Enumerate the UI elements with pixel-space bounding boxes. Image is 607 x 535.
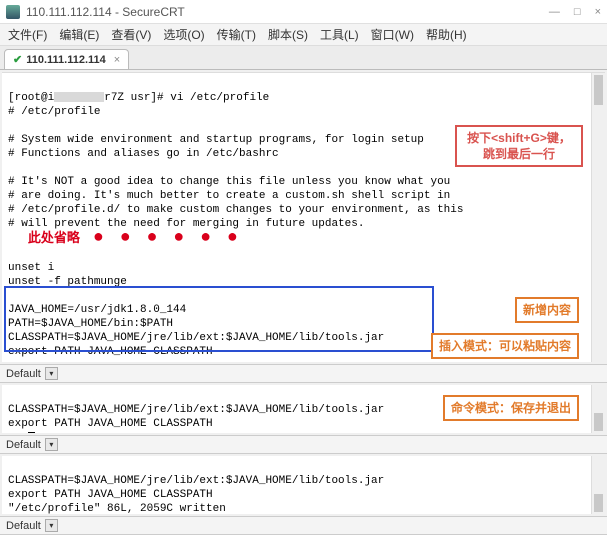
scrollbar-thumb-main[interactable] [594,75,603,105]
omit-label: 此处省略 [28,230,80,245]
selector-label-2: Default [6,439,41,451]
tab-label: 110.111.112.114 [26,54,106,66]
annot-new-block-box [4,286,434,352]
close-button[interactable]: × [595,6,601,18]
t3-l2: export PATH JAVA_HOME CLASSPATH [8,489,213,501]
scrollbar-thumb-2[interactable] [594,413,603,431]
session-tab[interactable]: ✔ 110.111.112.114 × [4,49,129,69]
selector-dropdown-2[interactable]: ▾ [45,438,58,451]
tabbar: ✔ 110.111.112.114 × [0,46,607,70]
tab-active-icon: ✔ [13,53,22,66]
annot-shiftg: 按下<shift+G>键，跳到最后一行 [455,125,583,167]
menubar: 文件(F) 编辑(E) 查看(V) 选项(O) 传输(T) 脚本(S) 工具(L… [0,24,607,46]
menu-tools[interactable]: 工具(L) [320,26,359,43]
selector-label-1: Default [6,368,41,380]
omit-dots: ●●●●●● [93,228,254,248]
t1-line4: # System wide environment and startup pr… [8,134,424,146]
menu-script[interactable]: 脚本(S) [268,26,308,43]
selector-bar-1: Default ▾ [0,364,607,383]
terminal-main[interactable]: [root@i r7Z usr]# vi /etc/profile # /etc/… [2,72,605,362]
selector-label-3: Default [6,520,41,532]
annot-cmdmode: 命令模式：保存并退出 [443,395,579,421]
terminal-second[interactable]: CLASSPATH=$JAVA_HOME/jre/lib/ext:$JAVA_H… [2,385,605,433]
t1-line9: # /etc/profile.d/ to make custom changes… [8,204,463,216]
t1-line2: # /etc/profile [8,106,100,118]
selector-dropdown-1[interactable]: ▾ [45,367,58,380]
t1-line7: # It's NOT a good idea to change this fi… [8,176,450,188]
selector-bar-3: Default ▾ [0,516,607,535]
t1-line8: # are doing. It's much better to create … [8,190,450,202]
menu-options[interactable]: 选项(O) [163,26,204,43]
menu-edit[interactable]: 编辑(E) [59,26,99,43]
menu-file[interactable]: 文件(F) [8,26,47,43]
tab-close-icon[interactable]: × [114,54,120,66]
scrollbar-2[interactable] [591,385,605,433]
cursor1 [28,432,35,433]
t2-l2: export PATH JAVA_HOME CLASSPATH [8,418,213,430]
minimize-button[interactable]: — [549,6,560,18]
scrollbar-main[interactable] [591,73,605,362]
selector-dropdown-3[interactable]: ▾ [45,519,58,532]
annot-insertmode: 插入模式：可以粘贴内容 [431,333,579,359]
annot-newcontent: 新增内容 [515,297,579,323]
window-title: 110.111.112.114 - SecureCRT [26,5,549,19]
t1-line5: # Functions and aliases go in /etc/bashr… [8,148,279,160]
t1-line1a: [root@i [8,92,54,104]
terminal-third[interactable]: CLASSPATH=$JAVA_HOME/jre/lib/ext:$JAVA_H… [2,456,605,514]
menu-help[interactable]: 帮助(H) [426,26,467,43]
t1-unset1: unset i [8,262,54,274]
t3-l1: CLASSPATH=$JAVA_HOME/jre/lib/ext:$JAVA_H… [8,475,384,487]
window-titlebar: 110.111.112.114 - SecureCRT — □ × [0,0,607,24]
maximize-button[interactable]: □ [574,6,581,18]
t2-l3: :wq [8,432,28,433]
app-icon [6,5,20,19]
menu-window[interactable]: 窗口(W) [371,26,414,43]
redacted-host1 [54,92,104,102]
t2-l1: CLASSPATH=$JAVA_HOME/jre/lib/ext:$JAVA_H… [8,404,384,416]
scrollbar-thumb-3[interactable] [594,494,603,512]
menu-view[interactable]: 查看(V) [111,26,151,43]
t3-l3: "/etc/profile" 86L, 2059C written [8,503,226,514]
selector-bar-2: Default ▾ [0,435,607,454]
menu-transfer[interactable]: 传输(T) [217,26,256,43]
t1-line1b: r7Z usr]# vi /etc/profile [104,92,269,104]
scrollbar-3[interactable] [591,456,605,514]
